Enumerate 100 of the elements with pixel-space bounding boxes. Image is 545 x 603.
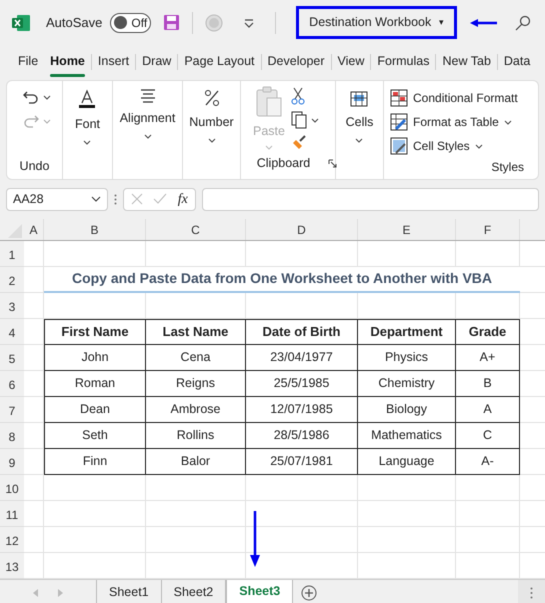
empty-cell[interactable] (24, 345, 44, 371)
ribbon-tab[interactable]: Page Layout (178, 50, 261, 72)
caret-icon (208, 138, 216, 143)
empty-cell[interactable] (146, 475, 246, 501)
styles-menu-button[interactable]: Cell Styles (390, 134, 538, 158)
empty-cell[interactable] (24, 449, 44, 475)
table-cell: 25/07/1981 (246, 449, 358, 475)
empty-cell[interactable] (358, 241, 456, 267)
cells-icon (350, 89, 368, 107)
empty-cell[interactable] (44, 475, 146, 501)
empty-cell[interactable] (146, 241, 246, 267)
table-cell: Mathematics (358, 423, 456, 449)
empty-cell[interactable] (24, 423, 44, 449)
empty-cell[interactable] (246, 527, 358, 553)
empty-cell[interactable] (24, 293, 44, 319)
empty-cell[interactable] (456, 475, 520, 501)
ribbon-tab[interactable]: Formulas (371, 50, 436, 72)
table-cell: A (456, 397, 520, 423)
workbook-name-button[interactable]: Destination Workbook ▾ (296, 6, 458, 39)
column-header[interactable]: A (29, 220, 38, 238)
empty-cell[interactable] (24, 267, 44, 293)
caret-icon (144, 134, 152, 139)
empty-cell[interactable] (44, 241, 146, 267)
table-cell: 25/5/1985 (246, 371, 358, 397)
customize-icon (243, 16, 256, 28)
caret-icon (43, 118, 51, 124)
empty-cell[interactable] (24, 501, 44, 527)
table-cell: A- (456, 449, 520, 475)
table-cell: 12/07/1985 (246, 397, 358, 423)
ribbon-tab[interactable]: View (332, 50, 370, 72)
empty-cell[interactable] (358, 527, 456, 553)
column-header[interactable]: C (191, 220, 200, 238)
ribbon-tab[interactable]: Developer (262, 50, 331, 72)
styles-menu-button[interactable]: Format as Table (390, 110, 538, 134)
empty-cell[interactable] (146, 501, 246, 527)
empty-cell[interactable] (246, 475, 358, 501)
sheet-title: Copy and Paste Data from One Worksheet to Another with VBA (44, 267, 520, 293)
sheet-tab[interactable]: Sheet3 (226, 580, 294, 603)
ribbon-tab[interactable]: New Tab (436, 50, 497, 72)
column-header[interactable]: E (402, 220, 410, 238)
empty-cell[interactable] (358, 475, 456, 501)
ribbon-tab[interactable]: Insert (92, 50, 136, 72)
empty-cell[interactable] (44, 527, 146, 553)
caret-icon (504, 120, 512, 124)
empty-cell[interactable] (146, 527, 246, 553)
formula-input-field[interactable] (202, 188, 539, 210)
empty-cell[interactable] (456, 501, 520, 527)
styles-menu-button[interactable]: Conditional Formatt (390, 86, 538, 110)
column-header[interactable]: F (484, 220, 492, 238)
search-icon (515, 14, 532, 30)
font-button[interactable]: Font (74, 86, 100, 176)
table-cell: Finn (44, 449, 146, 475)
table-cell: 23/04/1977 (246, 345, 358, 371)
empty-cell[interactable] (456, 293, 520, 319)
empty-cell[interactable] (24, 371, 44, 397)
table-format-icon (390, 113, 408, 131)
font-color-icon (78, 89, 96, 109)
column-header[interactable]: B (90, 220, 98, 238)
arrow-icon (469, 18, 500, 28)
table-cell: Balor (146, 449, 246, 475)
dialog-launcher-icon (328, 159, 338, 168)
redo-icon (23, 114, 39, 128)
autosave-label: AutoSave (46, 14, 102, 32)
empty-cell[interactable] (246, 501, 358, 527)
table-cell: Physics (358, 345, 456, 371)
table-cell: 28/5/1986 (246, 423, 358, 449)
empty-cell[interactable] (24, 241, 44, 267)
more-icon (114, 194, 117, 204)
column-heading: Grade (456, 319, 520, 345)
cells-button[interactable]: Cells (346, 86, 374, 176)
name-box[interactable]: AA28 (6, 188, 108, 210)
table-cell: Language (358, 449, 456, 475)
group-label: Undo (20, 158, 50, 176)
empty-cell[interactable] (44, 501, 146, 527)
autosave-toggle[interactable]: Off (110, 12, 152, 32)
empty-cell[interactable] (24, 397, 44, 423)
empty-cell[interactable] (146, 293, 246, 319)
empty-cell[interactable] (24, 527, 44, 553)
caret-icon (355, 138, 364, 143)
sheet-tab[interactable]: Sheet1 (97, 580, 162, 603)
empty-cell[interactable] (24, 475, 44, 501)
table-cell: Rollins (146, 423, 246, 449)
empty-cell[interactable] (358, 293, 456, 319)
column-header[interactable]: D (297, 220, 306, 238)
number-button[interactable]: Number (189, 86, 234, 176)
empty-cell[interactable] (44, 293, 146, 319)
ribbon-tab[interactable]: File (12, 50, 44, 72)
table-cell: Roman (44, 371, 146, 397)
empty-cell[interactable] (358, 501, 456, 527)
empty-cell[interactable] (456, 527, 520, 553)
ribbon-tab[interactable]: Draw (136, 50, 178, 72)
insert-function-button[interactable]: fx (178, 188, 188, 210)
empty-cell[interactable] (456, 241, 520, 267)
alignment-button[interactable]: Alignment (120, 86, 176, 176)
empty-cell[interactable] (246, 241, 358, 267)
column-heading: Last Name (146, 319, 246, 345)
empty-cell[interactable] (24, 319, 44, 345)
empty-cell[interactable] (246, 293, 358, 319)
ribbon-tab[interactable]: Data (498, 50, 536, 72)
column-heading: First Name (44, 319, 146, 345)
